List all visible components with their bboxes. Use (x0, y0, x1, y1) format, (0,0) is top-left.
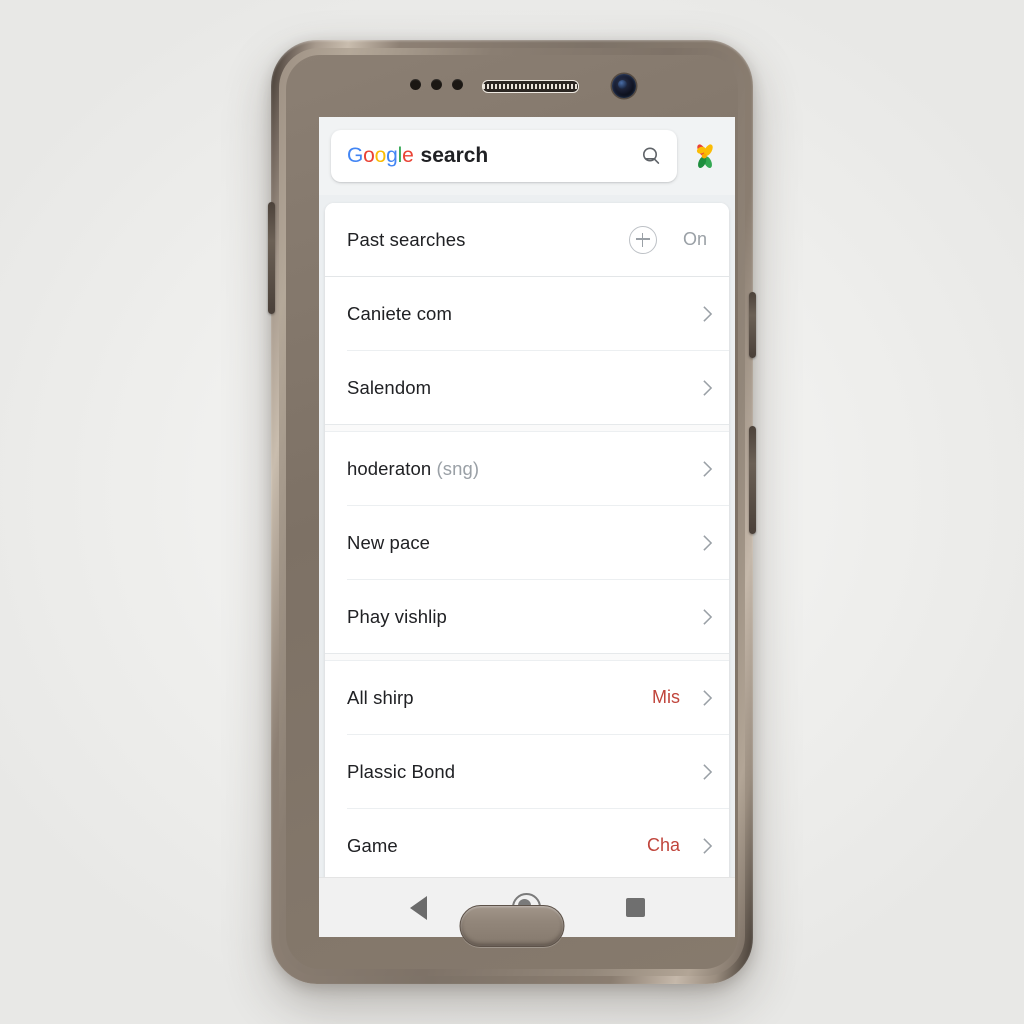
list-item[interactable]: Past searches On (325, 203, 729, 276)
chevron-right-icon (703, 379, 713, 396)
plus-circle-icon[interactable] (628, 225, 657, 254)
chevron-right-icon (703, 460, 713, 477)
list-item-label: Plassic Bond (347, 760, 456, 782)
chevron-right-icon (703, 763, 713, 780)
google-logo-letter-2: o (374, 144, 387, 167)
list-item-label: Game (347, 834, 398, 856)
google-logo-letter-5: e (402, 144, 414, 167)
list-item-label: New pace (347, 531, 431, 553)
list-item[interactable]: Game Cha (325, 809, 729, 882)
chevron-right-icon (703, 608, 713, 625)
phone-screen: Google search Past searches On Caniete c… (319, 117, 735, 937)
list-item[interactable]: Salendom (325, 351, 729, 424)
volume-button[interactable] (268, 202, 275, 314)
power-button[interactable] (749, 292, 756, 358)
front-camera-icon (612, 74, 636, 98)
chevron-right-icon (703, 534, 713, 551)
google-logo: Google (347, 144, 414, 168)
settings-list-card: Past searches On Caniete com Salendom ho… (325, 203, 729, 913)
list-item-label-suffix: (sng) (436, 457, 480, 479)
google-logo-letter-1: o (363, 144, 375, 167)
chevron-right-icon (703, 837, 713, 854)
list-item[interactable]: Caniete com (325, 277, 729, 350)
google-apps-pinwheel-icon[interactable] (687, 138, 723, 174)
list-item[interactable]: hoderaton (sng) (325, 432, 729, 505)
google-logo-letter-3: g (386, 144, 398, 167)
search-bar[interactable]: Google search (331, 130, 677, 182)
list-item-label: Salendom (347, 376, 432, 398)
top-bezel (286, 55, 738, 117)
device-glass: Google search Past searches On Caniete c… (286, 55, 738, 969)
proximity-sensor-dots (410, 79, 463, 90)
earpiece-speaker-icon (482, 80, 579, 93)
google-logo-letter-0: G (347, 144, 364, 167)
list-item-label: Past searches (347, 228, 466, 250)
list-item-label: Phay vishlip (347, 605, 447, 627)
list-item[interactable]: All shirp Mis (325, 661, 729, 734)
list-item[interactable]: New pace (325, 506, 729, 579)
list-item-label: hoderaton (sng) (347, 458, 479, 480)
list-item-label: Caniete com (347, 302, 452, 324)
list-item[interactable]: Plassic Bond (325, 735, 729, 808)
list-item-value: Cha (646, 835, 680, 855)
list-item-label: All shirp (347, 686, 414, 708)
list-item-value: Mis (652, 687, 680, 707)
lens-search-icon[interactable] (639, 144, 663, 168)
bixby-button[interactable] (749, 426, 756, 534)
list-item-label-main: hoderaton (347, 457, 432, 479)
search-header: Google search (319, 117, 735, 195)
chevron-right-icon (703, 305, 713, 322)
search-label: search (420, 144, 489, 167)
phone-device: Google search Past searches On Caniete c… (268, 40, 756, 984)
bottom-bezel (286, 885, 738, 969)
physical-home-button[interactable] (459, 905, 565, 947)
list-item-value: On (682, 229, 707, 249)
group-divider (325, 424, 729, 432)
group-divider (325, 653, 729, 661)
chevron-right-icon (703, 689, 713, 706)
list-item[interactable]: Phay vishlip (325, 580, 729, 653)
